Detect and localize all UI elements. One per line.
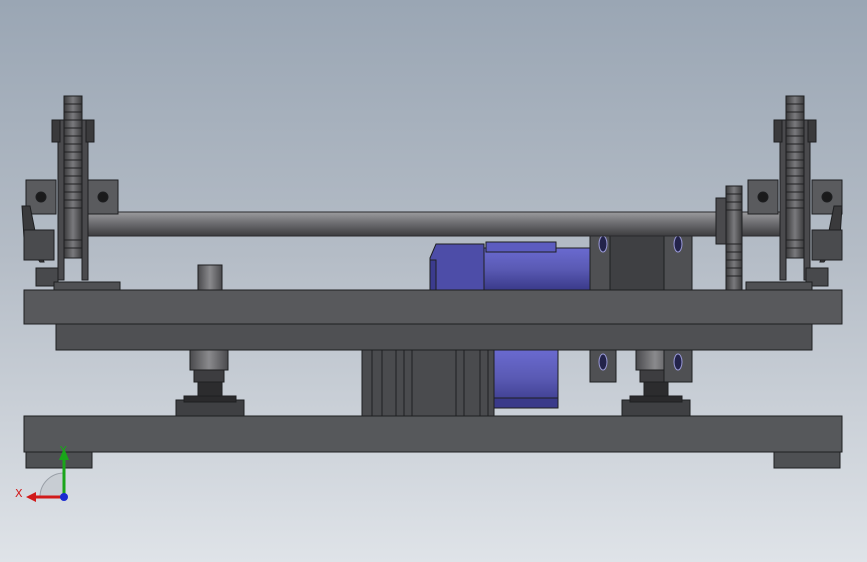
drive-sprocket[interactable] bbox=[715, 185, 743, 291]
bracket-slot bbox=[673, 353, 683, 371]
triad-x-label: X bbox=[15, 487, 23, 500]
bracket-slot bbox=[598, 235, 608, 253]
bracket-slot bbox=[598, 353, 608, 371]
upper-plate[interactable] bbox=[23, 289, 843, 351]
triad-z-origin bbox=[60, 493, 68, 501]
bracket-slot bbox=[673, 235, 683, 253]
left-guide-post[interactable] bbox=[197, 264, 223, 291]
triad-x-arrowhead bbox=[26, 492, 36, 502]
cad-model-view[interactable]: Y X bbox=[0, 0, 867, 562]
main-shaft[interactable] bbox=[69, 211, 811, 237]
sub-plate bbox=[55, 323, 813, 351]
base-frame[interactable] bbox=[23, 415, 843, 469]
right-plate-foot bbox=[745, 281, 813, 291]
triad-y-label: Y bbox=[59, 444, 67, 457]
left-lift-cylinder bbox=[189, 349, 229, 371]
left-plate-foot bbox=[53, 281, 121, 291]
triad-quarter-disc bbox=[39, 472, 65, 498]
base-beam bbox=[23, 415, 843, 453]
left-sprocket-assembly[interactable] bbox=[21, 95, 121, 291]
left-lift-assembly[interactable] bbox=[175, 349, 245, 417]
base-foot-right bbox=[773, 451, 841, 469]
drive-motor[interactable] bbox=[429, 241, 591, 291]
right-sprocket-assembly[interactable] bbox=[745, 95, 843, 291]
top-plate bbox=[23, 289, 843, 325]
lower-gearbox[interactable] bbox=[361, 349, 559, 417]
graphics-viewport[interactable]: Y X bbox=[0, 0, 867, 562]
